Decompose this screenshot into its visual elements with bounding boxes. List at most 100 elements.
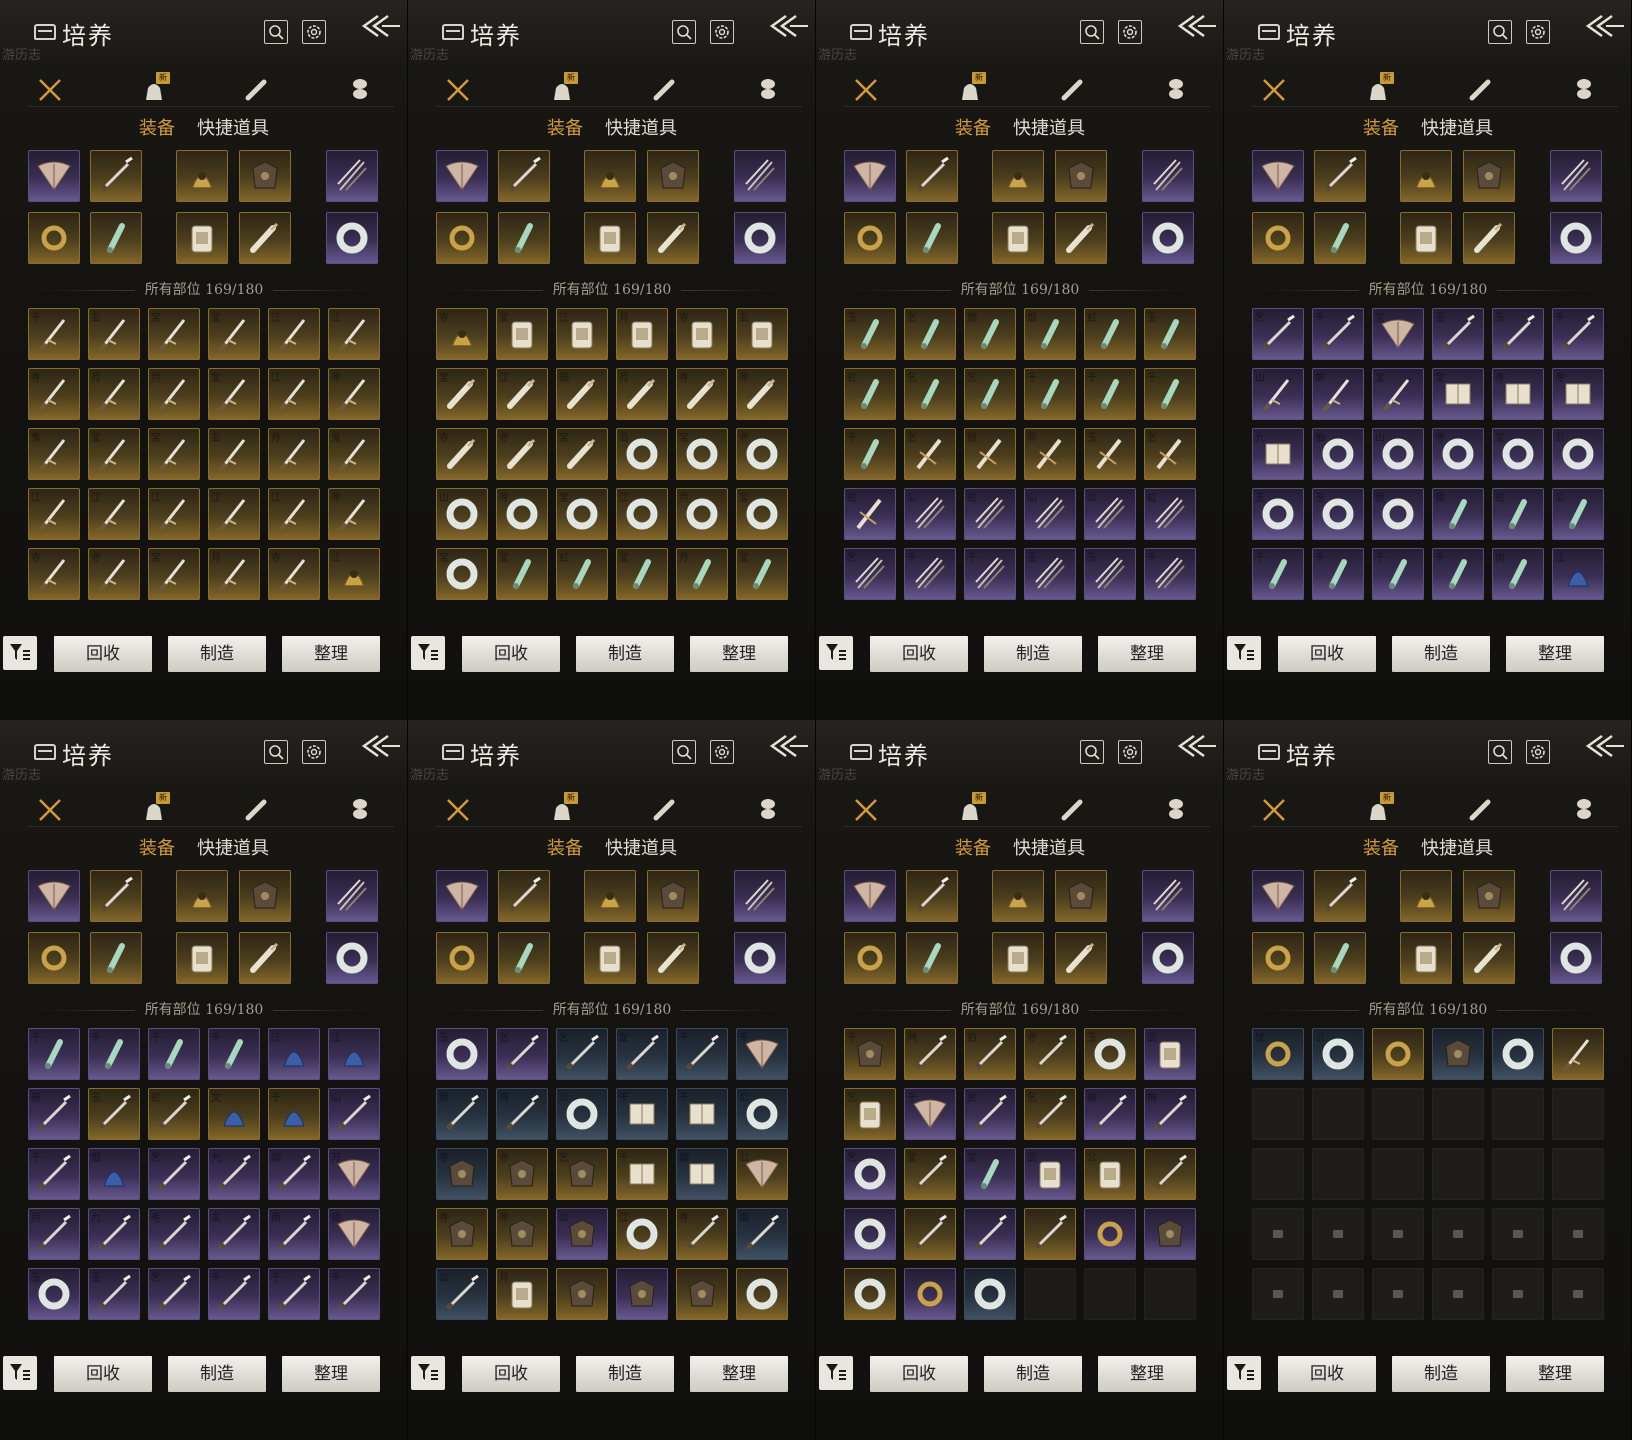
inventory-item[interactable] — [1432, 1028, 1484, 1080]
inventory-item[interactable]: 寺 — [328, 488, 380, 540]
tab-quick-items[interactable]: 快捷道具 — [1421, 114, 1493, 140]
inventory-item[interactable]: 拘 — [1144, 1088, 1196, 1140]
inventory-item[interactable]: 月 — [676, 548, 728, 600]
inventory-item[interactable] — [964, 1208, 1016, 1260]
search-button[interactable] — [1080, 740, 1104, 764]
inventory-item[interactable]: 九 — [1252, 428, 1304, 480]
inventory-item[interactable]: 乞 — [496, 1028, 548, 1080]
inventory-item[interactable]: 公 — [1552, 488, 1604, 540]
sort-button[interactable]: 整理 — [1506, 636, 1604, 672]
inventory-item[interactable]: 玉 — [436, 1028, 488, 1080]
inventory-item[interactable]: 江 — [616, 1208, 668, 1260]
equipped-slot[interactable] — [1463, 212, 1515, 264]
inventory-item[interactable] — [964, 1268, 1016, 1320]
equipped-slot[interactable] — [28, 212, 80, 264]
inventory-item[interactable] — [676, 1268, 728, 1320]
inventory-item[interactable]: 公 — [904, 488, 956, 540]
inventory-item[interactable]: 九 — [208, 1148, 260, 1200]
inventory-item[interactable] — [1144, 1208, 1196, 1260]
equipped-slot[interactable] — [1055, 212, 1107, 264]
inventory-item[interactable]: 江 — [268, 1028, 320, 1080]
tab-scrolls[interactable] — [650, 796, 678, 824]
inventory-item[interactable]: 寺 — [1024, 1028, 1076, 1080]
inventory-item[interactable]: 千 — [28, 1148, 80, 1200]
tab-weapons[interactable] — [444, 796, 472, 824]
inventory-item[interactable]: 江 — [556, 308, 608, 360]
equipped-slot[interactable] — [734, 150, 786, 202]
inventory-item[interactable]: 武 — [1024, 1148, 1076, 1200]
inventory-item[interactable]: 鬼 — [28, 428, 80, 480]
inventory-item[interactable]: 公 — [556, 1088, 608, 1140]
inventory-item[interactable]: 月 — [148, 368, 200, 420]
inventory-item[interactable]: 鸟 — [496, 1088, 548, 1140]
equipped-slot[interactable] — [906, 870, 958, 922]
tab-quick-items[interactable]: 快捷道具 — [197, 834, 269, 860]
equipped-slot[interactable] — [176, 150, 228, 202]
inventory-item[interactable]: 虹 — [1084, 308, 1136, 360]
inventory-item[interactable]: 烟 — [88, 1148, 140, 1200]
craft-button[interactable]: 制造 — [984, 636, 1082, 672]
inventory-item[interactable]: 玄 — [88, 308, 140, 360]
equipped-slot[interactable] — [992, 150, 1044, 202]
inventory-item[interactable]: 乞 — [844, 548, 896, 600]
empty-slot[interactable] — [1552, 1268, 1604, 1320]
equipped-slot[interactable] — [1463, 870, 1515, 922]
inventory-item[interactable]: 宝 — [964, 1148, 1016, 1200]
inventory-item[interactable]: 万 — [328, 1148, 380, 1200]
inventory-item[interactable]: 寺 — [88, 548, 140, 600]
tab-scrolls[interactable] — [242, 76, 270, 104]
inventory-item[interactable]: 山 — [1252, 368, 1304, 420]
equipped-slot[interactable] — [1055, 870, 1107, 922]
inventory-item[interactable]: 锁 — [1372, 488, 1424, 540]
empty-slot[interactable] — [1552, 1148, 1604, 1200]
tab-materials[interactable] — [346, 76, 374, 104]
equipped-slot[interactable] — [1314, 932, 1366, 984]
tab-materials[interactable] — [1162, 76, 1190, 104]
equipped-slot[interactable] — [1252, 932, 1304, 984]
inventory-item[interactable]: 江 — [208, 488, 260, 540]
inventory-item[interactable]: 山 — [1372, 428, 1424, 480]
inventory-item[interactable]: 江 — [328, 548, 380, 600]
inventory-item[interactable]: 乞 — [148, 1268, 200, 1320]
tab-quick-items[interactable]: 快捷道具 — [605, 114, 677, 140]
empty-slot[interactable] — [1252, 1088, 1304, 1140]
tab-materials[interactable] — [754, 796, 782, 824]
inventory-item[interactable]: 玉 — [1084, 548, 1136, 600]
inventory-item[interactable]: 千 — [1552, 308, 1604, 360]
inventory-item[interactable]: 江 — [328, 1028, 380, 1080]
inventory-item[interactable]: 宝 — [148, 308, 200, 360]
tab-quick-items[interactable]: 快捷道具 — [1013, 834, 1085, 860]
inventory-item[interactable]: 公 — [556, 1208, 608, 1260]
inventory-item[interactable]: 千 — [616, 1148, 668, 1200]
empty-slot[interactable] — [1252, 1208, 1304, 1260]
equipped-slot[interactable] — [844, 150, 896, 202]
equipped-slot[interactable] — [436, 870, 488, 922]
inventory-item[interactable]: 公 — [1312, 1028, 1364, 1080]
tab-equipment[interactable]: 装备 — [139, 834, 175, 860]
equipped-slot[interactable] — [992, 870, 1044, 922]
equipped-slot[interactable] — [844, 212, 896, 264]
inventory-item[interactable]: 千 — [268, 1268, 320, 1320]
equipped-slot[interactable] — [90, 870, 142, 922]
recycle-button[interactable]: 回收 — [1278, 636, 1376, 672]
settings-button[interactable] — [1118, 20, 1142, 44]
inventory-item[interactable]: 寺 — [676, 368, 728, 420]
inventory-item[interactable]: 千 — [964, 548, 1016, 600]
tab-quick-items[interactable]: 快捷道具 — [605, 834, 677, 860]
search-button[interactable] — [264, 740, 288, 764]
equipped-slot[interactable] — [1142, 932, 1194, 984]
inventory-item[interactable]: 宝 — [436, 548, 488, 600]
equipped-slot[interactable] — [992, 932, 1044, 984]
back-button[interactable] — [1582, 10, 1626, 54]
equipped-slot[interactable] — [1550, 870, 1602, 922]
inventory-item[interactable]: 寺 — [436, 1148, 488, 1200]
filter-button[interactable] — [1227, 1356, 1261, 1390]
tab-scrolls[interactable] — [1058, 796, 1086, 824]
inventory-item[interactable]: 玉 — [1252, 488, 1304, 540]
equipped-slot[interactable] — [1550, 932, 1602, 984]
inventory-item[interactable]: 千 — [28, 1028, 80, 1080]
empty-slot[interactable] — [1552, 1088, 1604, 1140]
filter-button[interactable] — [3, 636, 37, 670]
equipped-slot[interactable] — [1252, 870, 1304, 922]
inventory-item[interactable]: 玉 — [844, 308, 896, 360]
